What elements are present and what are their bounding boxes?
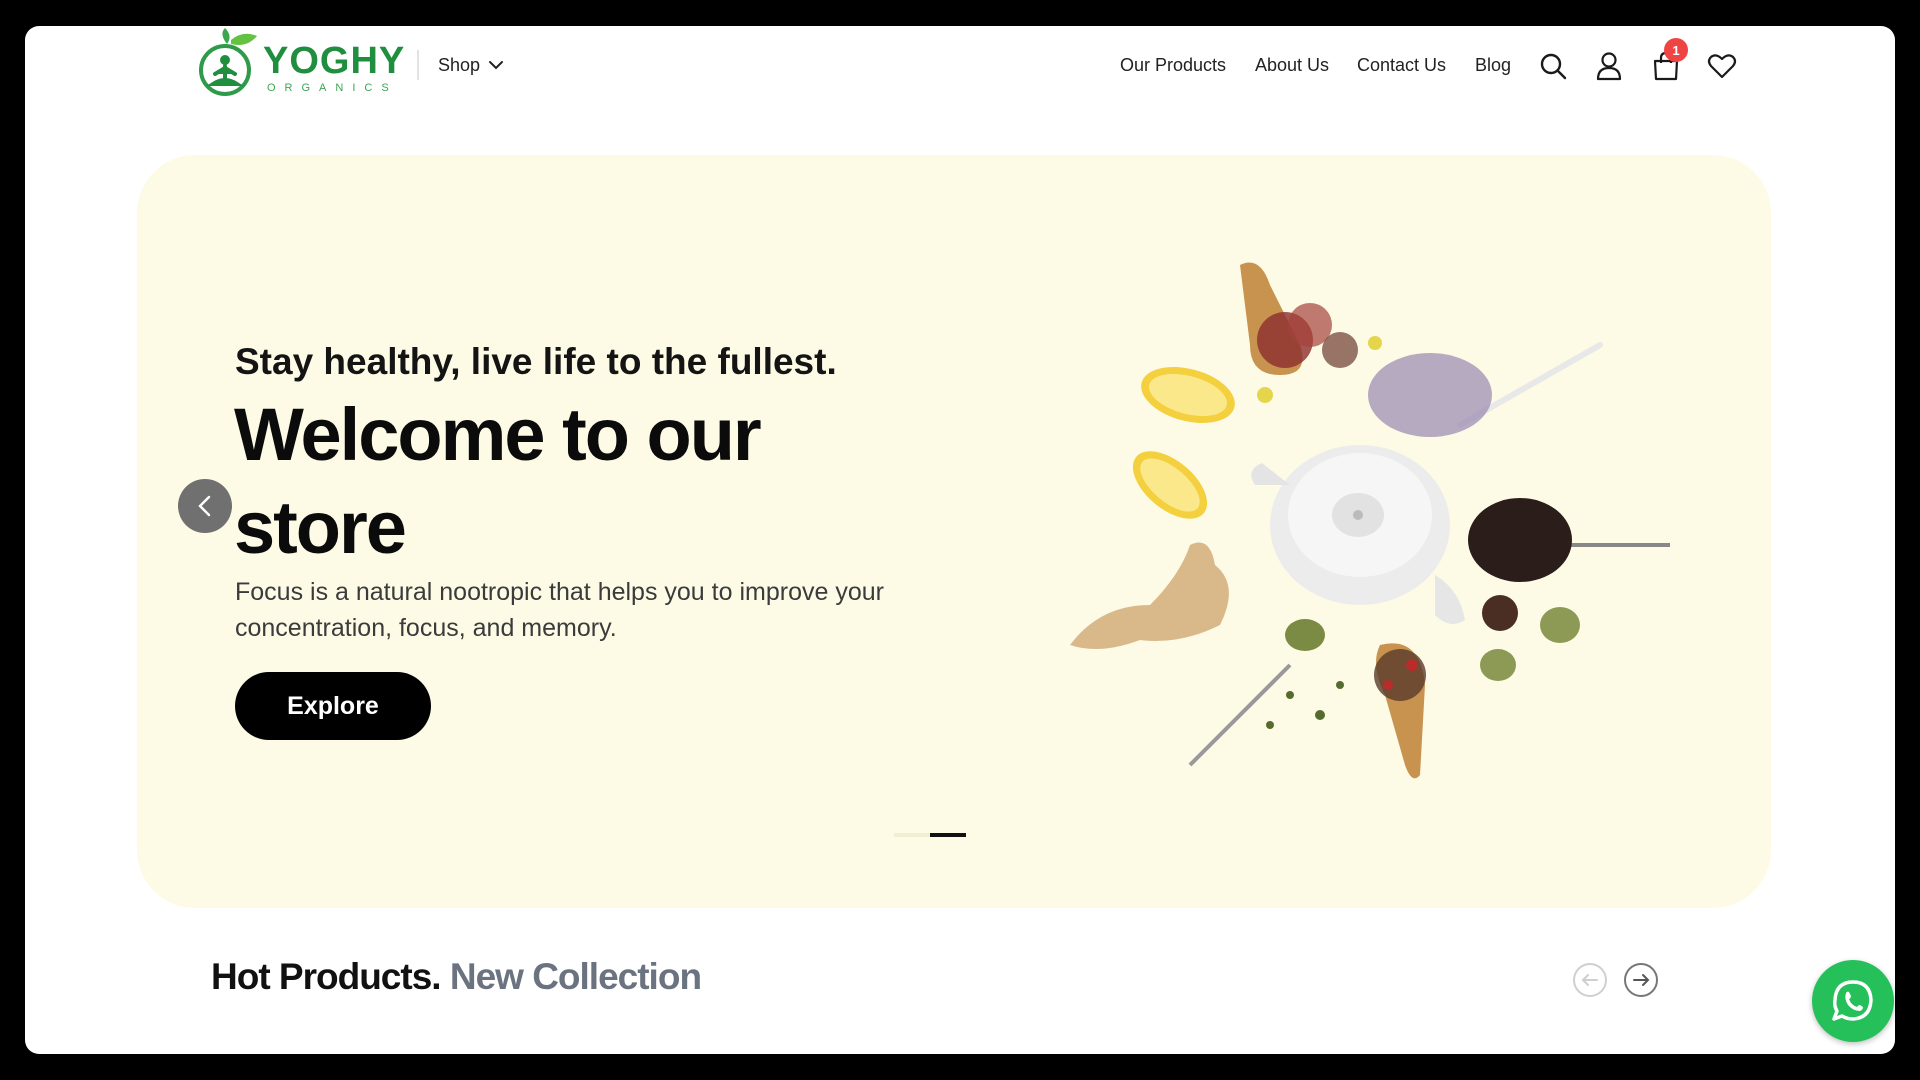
yoga-leaf-icon bbox=[199, 28, 257, 96]
chevron-left-icon bbox=[198, 495, 211, 517]
brand-logo[interactable]: YOGHY ORGANICS bbox=[197, 28, 417, 100]
slide-indicator-2[interactable] bbox=[930, 833, 966, 837]
search-icon bbox=[1540, 53, 1567, 80]
tea-ingredients-image bbox=[1070, 262, 1670, 779]
hero-prev-button[interactable] bbox=[178, 479, 232, 533]
arrow-right-icon bbox=[1633, 974, 1650, 986]
chevron-down-icon bbox=[489, 61, 504, 70]
products-prev-button[interactable] bbox=[1573, 963, 1607, 997]
wishlist-button[interactable] bbox=[1704, 48, 1740, 84]
whatsapp-icon bbox=[1832, 980, 1873, 1021]
hero-title: Welcome to our store bbox=[234, 393, 762, 569]
whatsapp-chat-button[interactable] bbox=[1812, 960, 1894, 1042]
products-next-button[interactable] bbox=[1624, 963, 1658, 997]
shop-label: Shop bbox=[438, 54, 481, 75]
shop-dropdown[interactable]: Shop bbox=[438, 52, 504, 78]
nav-our-products[interactable]: Our Products bbox=[1120, 52, 1226, 78]
cart-button[interactable]: 1 bbox=[1648, 38, 1688, 84]
heart-icon bbox=[1707, 54, 1737, 79]
nav-contact-us[interactable]: Contact Us bbox=[1357, 52, 1446, 78]
hero-description: Focus is a natural nootropic that helps … bbox=[235, 578, 884, 642]
arrow-left-icon bbox=[1581, 974, 1598, 986]
slide-indicator-1[interactable] bbox=[894, 833, 930, 837]
section-heading: Hot Products. New Collection bbox=[211, 956, 702, 998]
nav-about-us[interactable]: About Us bbox=[1255, 52, 1329, 78]
section-heading-muted: New Collection bbox=[449, 956, 702, 997]
section-heading-bold: Hot Products. bbox=[211, 956, 442, 997]
site-header: YOGHY ORGANICS Shop Our Products About U… bbox=[25, 26, 1895, 136]
explore-button[interactable]: Explore bbox=[235, 672, 431, 740]
account-button[interactable] bbox=[1591, 48, 1627, 84]
nav-blog[interactable]: Blog bbox=[1475, 52, 1511, 78]
hero-tagline: Stay healthy, live life to the fullest. bbox=[235, 341, 837, 382]
cart-count-badge: 1 bbox=[1664, 38, 1688, 62]
logo-divider bbox=[417, 50, 419, 80]
search-button[interactable] bbox=[1535, 48, 1571, 84]
brand-name: YOGHY bbox=[263, 40, 406, 82]
user-icon bbox=[1596, 52, 1622, 81]
brand-subtitle: ORGANICS bbox=[267, 82, 398, 94]
